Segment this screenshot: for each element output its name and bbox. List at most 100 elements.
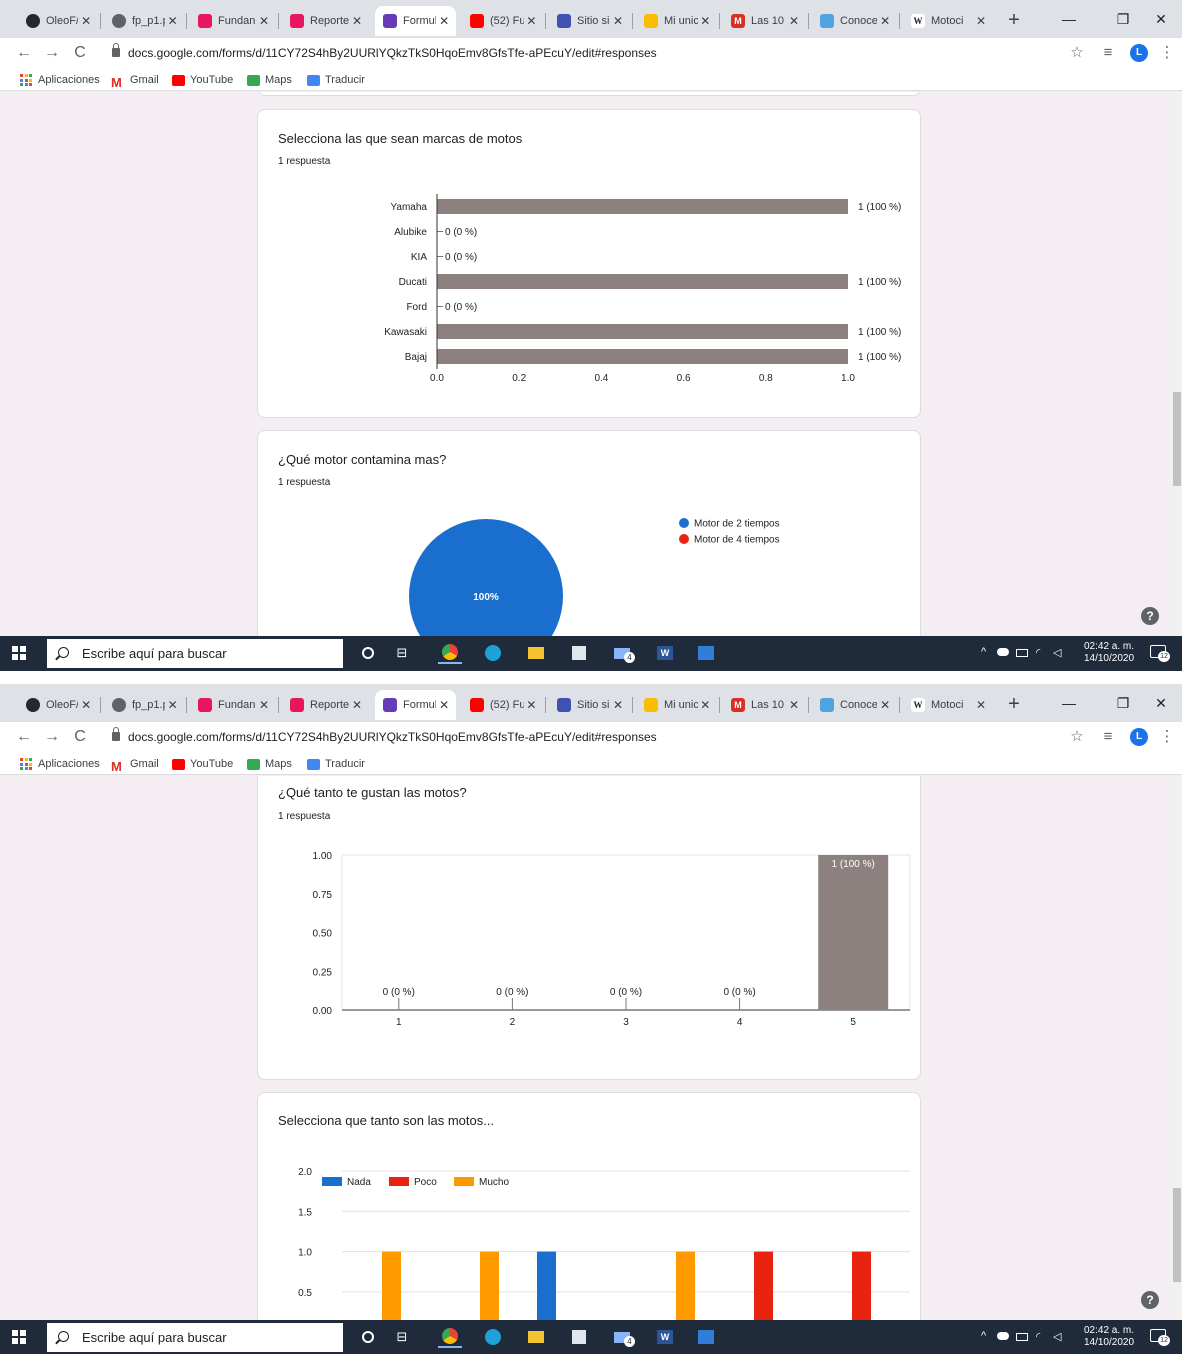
taskbar-clock[interactable]: 02:42 a. m. 14/10/2020 bbox=[1079, 641, 1139, 665]
cortana-icon[interactable] bbox=[356, 1326, 380, 1348]
tab-fp-p1-p[interactable]: fp_p1.p ✕ bbox=[104, 690, 184, 720]
bookmark-apps[interactable]: Aplicaciones bbox=[20, 72, 100, 88]
reload-icon[interactable]: C bbox=[68, 41, 92, 65]
tab-close-icon[interactable]: ✕ bbox=[436, 14, 452, 28]
restore-button[interactable]: ❐ bbox=[1103, 690, 1143, 716]
tab-close-icon[interactable]: ✕ bbox=[973, 698, 989, 712]
tab-close-icon[interactable]: ✕ bbox=[165, 14, 180, 28]
app-icon[interactable] bbox=[694, 642, 718, 664]
bookmark-maps[interactable]: Maps bbox=[247, 756, 292, 772]
notifications-icon[interactable]: 12 bbox=[1150, 645, 1170, 662]
page-scrollbar[interactable] bbox=[1172, 776, 1182, 1320]
tab-close-icon[interactable]: ✕ bbox=[698, 14, 713, 28]
scroll-thumb[interactable] bbox=[1173, 1188, 1181, 1282]
forward-icon[interactable]: → bbox=[40, 41, 64, 65]
store-icon[interactable] bbox=[567, 1326, 591, 1348]
onedrive-icon[interactable] bbox=[997, 648, 1009, 656]
mail-icon[interactable]: 4 bbox=[610, 1326, 635, 1348]
new-tab-button[interactable]: + bbox=[1001, 691, 1027, 717]
tab-sitio-si[interactable]: Sitio si ✕ bbox=[549, 690, 630, 720]
tab-las-10[interactable]: M Las 10 ✕ bbox=[723, 690, 806, 720]
tab-mi-unic[interactable]: Mi unic ✕ bbox=[636, 690, 717, 720]
back-icon[interactable]: ← bbox=[12, 41, 36, 65]
volume-icon[interactable]: ◁ bbox=[1053, 646, 1061, 659]
forward-icon[interactable]: → bbox=[40, 725, 64, 749]
bookmark-translate[interactable]: Traducir bbox=[307, 756, 365, 772]
task-view-icon[interactable]: ⊟ bbox=[390, 642, 414, 664]
close-window-button[interactable]: ✕ bbox=[1141, 690, 1181, 716]
app-icon[interactable] bbox=[694, 1326, 718, 1348]
page-scrollbar[interactable] bbox=[1172, 92, 1182, 636]
file-explorer-icon[interactable] bbox=[524, 642, 548, 664]
tab-close-icon[interactable]: ✕ bbox=[610, 698, 626, 712]
taskbar-clock[interactable]: 02:42 a. m. 14/10/2020 bbox=[1079, 1325, 1139, 1349]
tab-52-fu[interactable]: (52) Fu ✕ bbox=[462, 6, 543, 36]
new-tab-button[interactable]: + bbox=[1001, 7, 1027, 33]
tab-close-icon[interactable]: ✕ bbox=[524, 698, 539, 712]
tab-close-icon[interactable]: ✕ bbox=[256, 698, 272, 712]
tab-close-icon[interactable]: ✕ bbox=[524, 14, 539, 28]
volume-icon[interactable]: ◁ bbox=[1053, 1330, 1061, 1343]
bookmark-star-icon[interactable]: ☆ bbox=[1066, 41, 1088, 65]
tab-close-icon[interactable]: ✕ bbox=[786, 14, 802, 28]
windows-start-icon[interactable] bbox=[12, 1330, 26, 1344]
menu-icon[interactable]: ⋮ bbox=[1156, 41, 1178, 65]
tab-reporte[interactable]: Reporte ✕ bbox=[282, 6, 369, 36]
wifi-icon[interactable]: ◜ bbox=[1036, 1330, 1040, 1343]
battery-icon[interactable] bbox=[1016, 649, 1028, 657]
chrome-icon[interactable] bbox=[438, 1326, 462, 1348]
store-icon[interactable] bbox=[567, 642, 591, 664]
back-icon[interactable]: ← bbox=[12, 725, 36, 749]
bookmark-gmail[interactable]: M Gmail bbox=[111, 72, 159, 90]
tab-close-icon[interactable]: ✕ bbox=[436, 698, 452, 712]
help-icon[interactable]: ? bbox=[1141, 1291, 1159, 1309]
tab-fundan[interactable]: Fundan ✕ bbox=[190, 690, 276, 720]
profile-avatar[interactable]: L bbox=[1130, 44, 1148, 62]
bookmark-star-icon[interactable]: ☆ bbox=[1066, 725, 1088, 749]
tab-close-icon[interactable]: ✕ bbox=[165, 698, 180, 712]
tray-chevron-icon[interactable]: ^ bbox=[981, 1330, 986, 1342]
bookmark-apps[interactable]: Aplicaciones bbox=[20, 756, 100, 772]
chrome-icon[interactable] bbox=[438, 642, 462, 664]
tab-oleof[interactable]: OleoF/✕ bbox=[18, 690, 98, 720]
onedrive-icon[interactable] bbox=[997, 1332, 1009, 1340]
tab-mi-unic[interactable]: Mi unic ✕ bbox=[636, 6, 717, 36]
tab-formul[interactable]: Formul ✕ bbox=[375, 690, 456, 720]
reload-icon[interactable]: C bbox=[68, 725, 92, 749]
word-icon[interactable]: W bbox=[653, 642, 677, 664]
tab-close-icon[interactable]: ✕ bbox=[256, 14, 272, 28]
tab-close-icon[interactable]: ✕ bbox=[698, 698, 713, 712]
bookmark-youtube[interactable]: YouTube bbox=[172, 72, 233, 88]
task-view-icon[interactable]: ⊟ bbox=[390, 1326, 414, 1348]
tab-las-10[interactable]: M Las 10 ✕ bbox=[723, 6, 806, 36]
tab-oleof[interactable]: OleoF/✕ bbox=[18, 6, 98, 36]
tab-formul[interactable]: Formul ✕ bbox=[375, 6, 456, 36]
tab-motoci[interactable]: W Motoci ✕ bbox=[903, 690, 993, 720]
minimize-button[interactable]: — bbox=[1049, 6, 1089, 32]
tab-close-icon[interactable]: ✕ bbox=[78, 698, 94, 712]
edge-icon[interactable] bbox=[481, 1326, 505, 1348]
tab-sitio-si[interactable]: Sitio si ✕ bbox=[549, 6, 630, 36]
tab-motoci[interactable]: W Motoci ✕ bbox=[903, 6, 993, 36]
minimize-button[interactable]: — bbox=[1049, 690, 1089, 716]
notifications-icon[interactable]: 12 bbox=[1150, 1329, 1170, 1346]
address-bar[interactable]: docs.google.com/forms/d/11CY72S4hBy2UURl… bbox=[104, 42, 1044, 64]
tab-close-icon[interactable]: ✕ bbox=[610, 14, 626, 28]
taskbar-search-input[interactable]: Escribe aquí para buscar bbox=[47, 1323, 343, 1352]
bookmark-gmail[interactable]: M Gmail bbox=[111, 756, 159, 774]
word-icon[interactable]: W bbox=[653, 1326, 677, 1348]
tab-reporte[interactable]: Reporte ✕ bbox=[282, 690, 369, 720]
tab-close-icon[interactable]: ✕ bbox=[349, 14, 365, 28]
edge-icon[interactable] bbox=[481, 642, 505, 664]
tab-fp-p1-p[interactable]: fp_p1.p ✕ bbox=[104, 6, 184, 36]
tab-close-icon[interactable]: ✕ bbox=[877, 698, 893, 712]
scroll-thumb[interactable] bbox=[1173, 392, 1181, 486]
tab-conoce[interactable]: Conoce ✕ bbox=[812, 6, 897, 36]
windows-start-icon[interactable] bbox=[12, 646, 26, 660]
tab-close-icon[interactable]: ✕ bbox=[78, 14, 94, 28]
mail-icon[interactable]: 4 bbox=[610, 642, 635, 664]
file-explorer-icon[interactable] bbox=[524, 1326, 548, 1348]
bookmark-maps[interactable]: Maps bbox=[247, 72, 292, 88]
tab-52-fu[interactable]: (52) Fu ✕ bbox=[462, 690, 543, 720]
bookmark-translate[interactable]: Traducir bbox=[307, 72, 365, 88]
